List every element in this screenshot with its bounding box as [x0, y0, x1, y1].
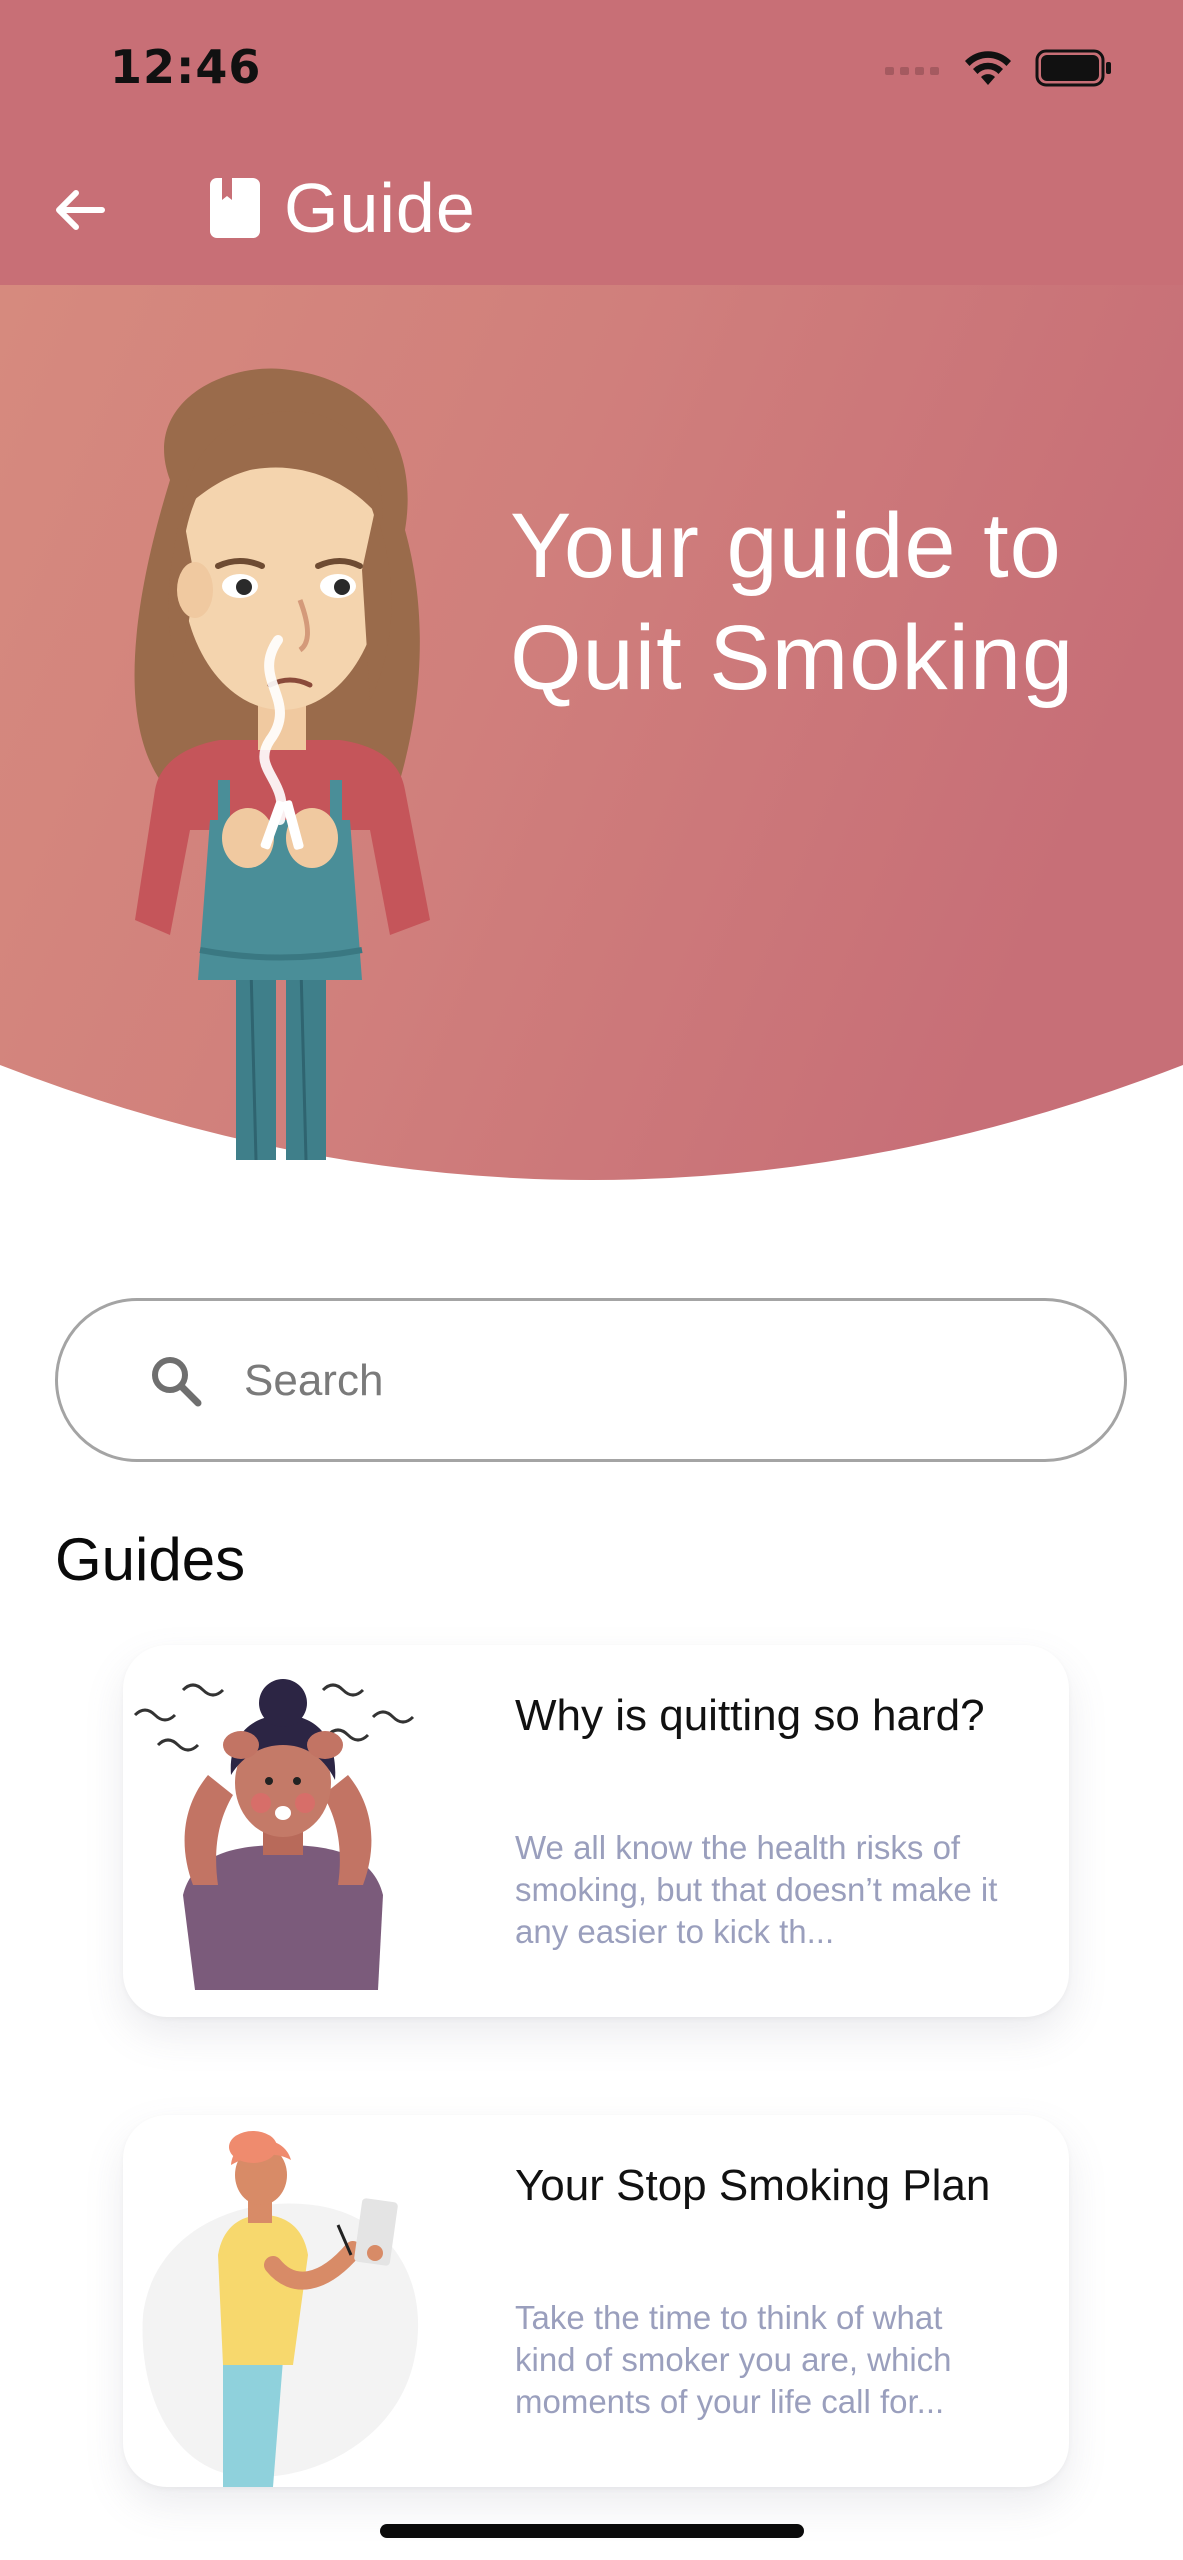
search-bar[interactable]	[55, 1298, 1127, 1462]
woman-breaking-cigarette-illustration	[134, 368, 430, 1161]
navigation-bar: Guide	[0, 150, 1183, 270]
status-time: 12:46	[110, 40, 262, 94]
hero-title: Your guide to Quit Smoking	[510, 495, 1075, 709]
guide-card-description: We all know the health risks of smoking,…	[515, 1829, 998, 1950]
book-icon	[210, 178, 260, 238]
cellular-signal-icon	[885, 67, 939, 75]
man-writing-plan-illustration	[142, 2131, 419, 2487]
guide-card[interactable]: Why is quitting so hard? We all know the…	[123, 1645, 1069, 2017]
wifi-icon	[965, 51, 1011, 85]
stressed-woman-illustration	[133, 1679, 415, 1990]
home-indicator[interactable]	[380, 2524, 804, 2538]
guides-section-title: Guides	[55, 1526, 246, 1593]
status-bar: 12:46	[0, 0, 1183, 135]
battery-icon	[1035, 49, 1111, 87]
arrow-left-icon	[56, 190, 105, 230]
guide-screen: 12:46 Guide Your guide to Quit Smoking S…	[0, 0, 1183, 2560]
status-icons	[885, 44, 1113, 92]
guide-card[interactable]: Your Stop Smoking Plan Take the time to …	[123, 2115, 1069, 2487]
back-button[interactable]	[40, 170, 120, 250]
hero-banner: Your guide to Quit Smoking	[0, 285, 1183, 1185]
search-input[interactable]	[188, 1331, 1088, 1431]
nav-title-group: Guide	[208, 168, 476, 248]
guide-card-title: Your Stop Smoking Plan	[515, 2161, 991, 2210]
page-title: Guide	[284, 169, 476, 247]
guide-card-title: Why is quitting so hard?	[515, 1691, 985, 1740]
guide-card-description: Take the time to think of what kind of s…	[515, 2299, 952, 2420]
